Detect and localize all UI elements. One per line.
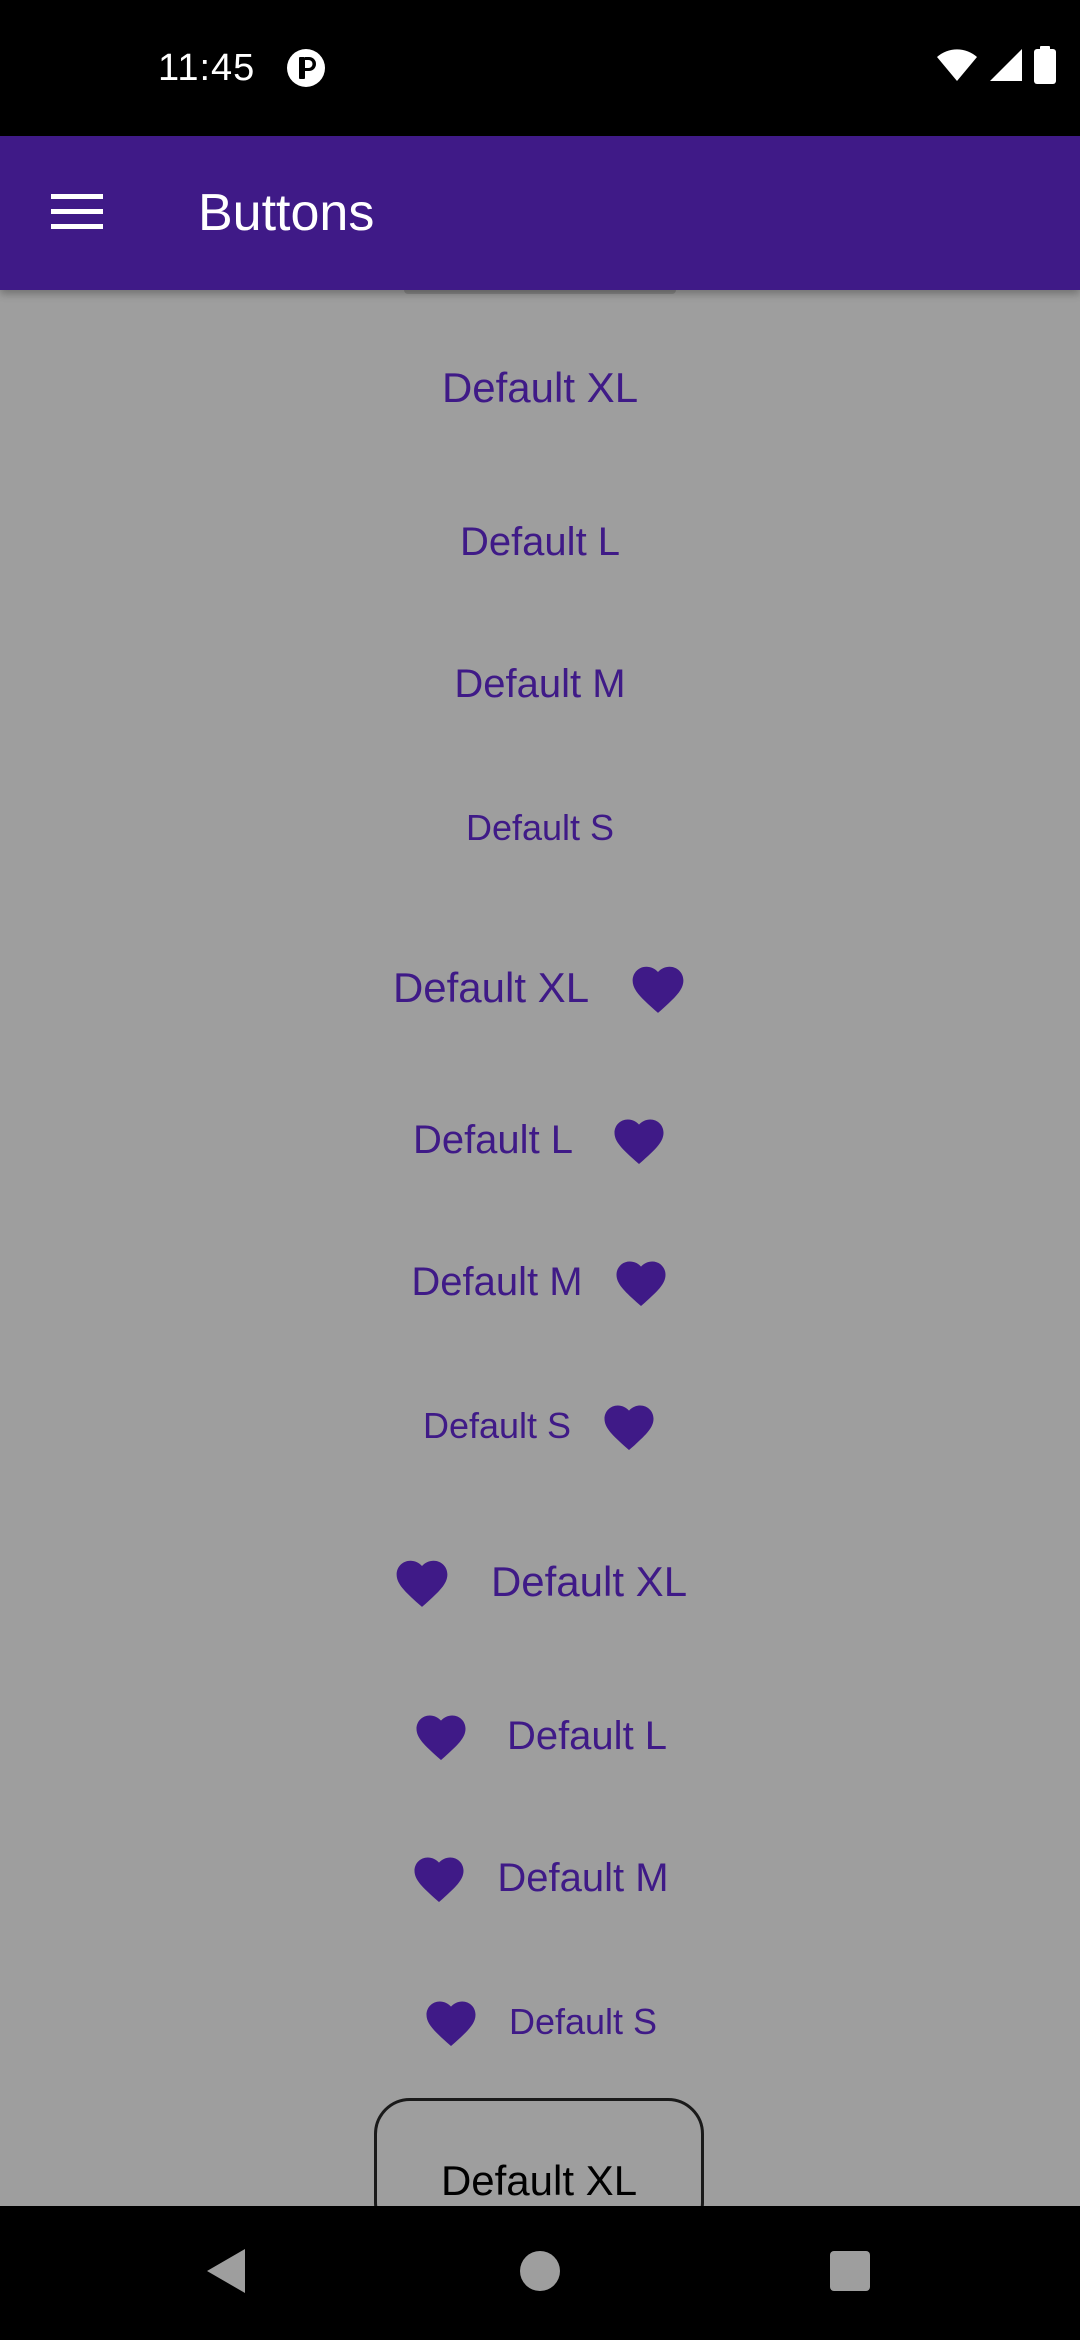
button-label: Default L [412,1117,574,1162]
button-label: Default S [422,1405,572,1446]
button-label: Default L [459,519,621,564]
list-item: Default S [0,1994,1080,2050]
list-item: Default L [0,1112,1080,1168]
default-m-leading-icon-button[interactable]: Default M [411,1852,669,1904]
list-item: Default M [0,662,1080,706]
recents-button[interactable] [817,2240,883,2306]
default-xl-leading-icon-button[interactable]: Default XL [393,1555,687,1609]
default-l-button[interactable]: Default L [460,520,620,565]
list-item: Default S [0,807,1080,849]
back-button[interactable] [192,2240,258,2306]
status-bar: 11:45 [0,0,1080,136]
list-item: Default S [0,1398,1080,1454]
system-nav-bar [0,2206,1080,2340]
heart-icon [413,1710,469,1762]
button-label: Default XL [441,364,639,411]
default-xl-trailing-icon-button[interactable]: Default XL [393,961,687,1015]
menu-button[interactable] [36,182,118,244]
default-m-trailing-icon-button[interactable]: Default M [411,1256,668,1308]
app-bar: Buttons [0,136,1080,290]
default-s-button[interactable]: Default S [466,807,614,849]
button-label: Default S [465,807,615,848]
button-label: Default S [508,2001,658,2042]
default-l-leading-icon-button[interactable]: Default L [413,1710,667,1762]
default-s-trailing-icon-button[interactable]: Default S [423,1400,657,1452]
battery-icon [1034,45,1056,89]
heart-icon [613,1256,669,1308]
button-label: Default M [411,1259,583,1304]
heart-icon [423,1996,479,2048]
heart-icon [629,961,687,1015]
status-time: 11:45 [158,47,256,89]
hamburger-menu-icon [51,192,103,235]
button-showcase-list[interactable]: Default XL Default L Default M Default S… [0,290,1080,2206]
button-label: Default L [506,1713,668,1758]
back-triangle-icon [203,2247,247,2300]
button-label: Default M [454,661,626,706]
default-m-button[interactable]: Default M [454,662,625,707]
button-label: Default XL [392,964,590,1011]
button-label: Default XL [490,1558,688,1605]
list-item: Default M [0,1254,1080,1310]
default-xl-button[interactable]: Default XL [442,364,638,412]
status-icons [936,45,1056,89]
list-item: Default M [0,1850,1080,1906]
cell-signal-icon [988,48,1024,87]
button-label: Default M [497,1855,669,1900]
page-title: Buttons [198,184,375,242]
heart-icon [393,1555,451,1609]
wifi-icon [936,48,978,87]
list-item: Default XL [0,960,1080,1016]
home-circle-icon [518,2249,562,2298]
notification-app-icon [286,48,326,88]
default-s-leading-icon-button[interactable]: Default S [423,1996,657,2048]
heart-icon [601,1400,657,1452]
list-item: Default L [0,520,1080,564]
heart-icon [611,1114,667,1166]
list-item: Default XL [0,364,1080,411]
scrolled-item-edge [404,290,676,294]
button-label: Default XL [440,2157,638,2204]
recents-square-icon [828,2249,872,2298]
list-item: Default L [0,1708,1080,1764]
list-item: Default XL [0,1554,1080,1610]
heart-icon [411,1852,467,1904]
default-l-trailing-icon-button[interactable]: Default L [413,1114,667,1166]
home-button[interactable] [507,2240,573,2306]
default-xl-outlined-button[interactable]: Default XL [374,2098,704,2206]
